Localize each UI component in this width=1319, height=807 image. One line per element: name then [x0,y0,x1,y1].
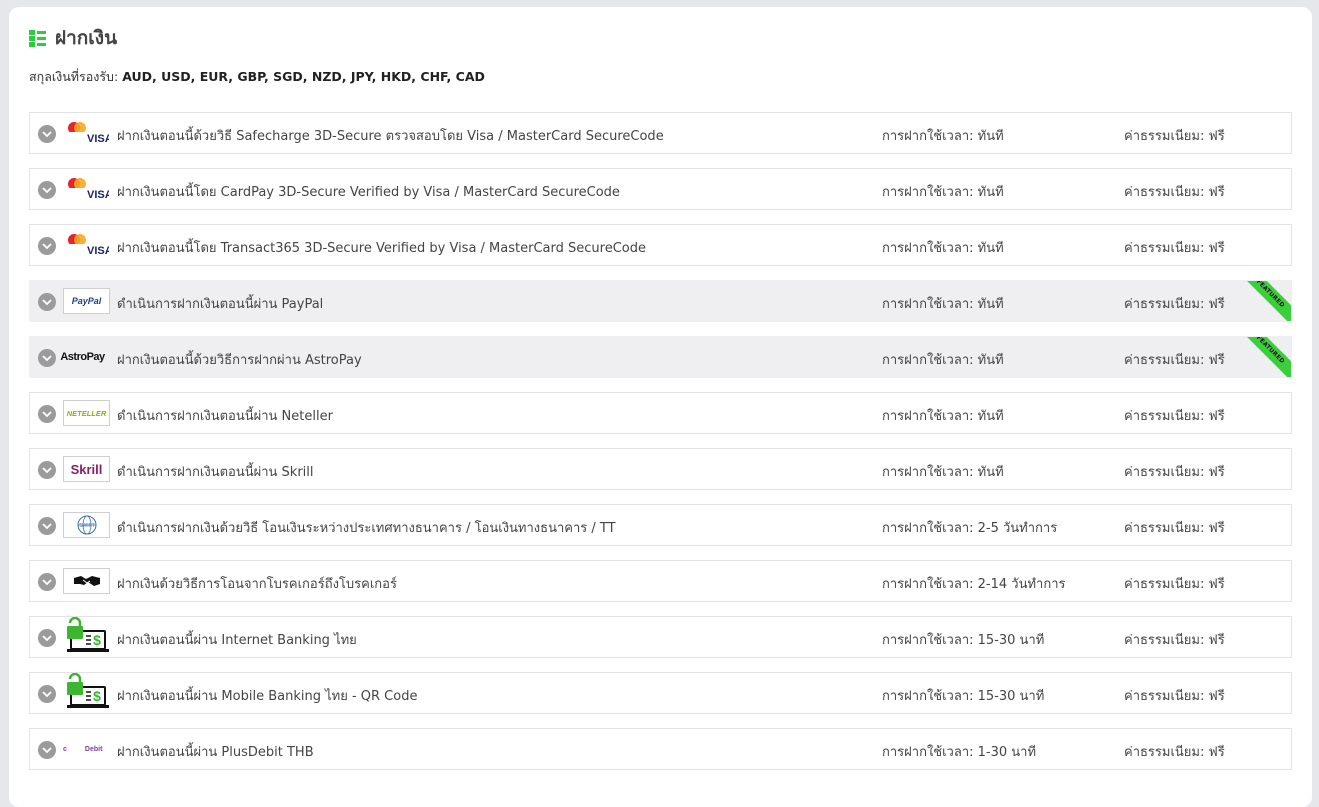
visa-logo-text: VISA [87,245,109,257]
deposit-method-row[interactable]: $ ฝากเงินตอนนี้ผ่าน Mobile Banking ไทย - … [29,672,1292,714]
neteller-logo: NETELLER [63,400,110,426]
method-description: ฝากเงินตอนนี้โดย CardPay 3D-Secure Verif… [117,185,620,200]
deposit-methods-list: VISA ฝากเงินตอนนี้ด้วยวิธี Safecharge 3D-… [29,112,1292,784]
expand-chevron-icon[interactable] [38,573,56,591]
astropay-logo: AstroPay [60,344,110,370]
deposit-method-row[interactable]: $ ฝากเงินตอนนี้ผ่าน Internet Banking ไทย ก… [29,616,1292,658]
deposit-fee: ค่าธรรมเนียม: ฟรี [1124,689,1225,704]
paypal-logo-text: PayPal [71,296,102,306]
method-description: ฝากเงินตอนนี้ผ่าน Internet Banking ไทย [117,633,357,648]
deposit-time: การฝากใช้เวลา: ทันที [882,185,1004,200]
neteller-logo-text: NETELLER [66,408,107,418]
plusdebit-logo-text: Debit [84,745,103,753]
deposit-fee: ค่าธรรมเนียม: ฟรี [1124,241,1225,256]
visa-mastercard-logo: VISA [63,120,110,146]
featured-ribbon: FEATURED [1234,281,1291,321]
visa-logo-text: VISA [87,133,109,145]
deposit-fee: ค่าธรรมเนียม: ฟรี [1124,297,1225,312]
visa-logo-text: VISA [87,189,109,201]
deposit-time: การฝากใช้เวลา: 1-30 นาที [882,745,1037,760]
expand-chevron-icon[interactable] [38,405,56,423]
deposit-fee: ค่าธรรมเนียม: ฟรี [1124,745,1225,760]
expand-chevron-icon[interactable] [38,629,56,647]
expand-chevron-icon[interactable] [38,517,56,535]
deposit-fee: ค่าธรรมเนียม: ฟรี [1124,577,1225,592]
expand-chevron-icon[interactable] [38,181,56,199]
deposit-time: การฝากใช้เวลา: ทันที [882,353,1004,368]
method-description: ดำเนินการฝากเงินด้วยวิธี โอนเงินระหว่างป… [117,521,616,536]
svg-text:$: $ [93,632,101,648]
expand-chevron-icon[interactable] [38,685,56,703]
method-description: ฝากเงินตอนนี้ด้วยวิธีการฝากผ่าน AstroPay [117,353,362,368]
deposit-fee: ค่าธรรมเนียม: ฟรี [1124,129,1225,144]
deposit-fee: ค่าธรรมเนียม: ฟรี [1124,409,1225,424]
deposit-method-row[interactable]: Skrill ดำเนินการฝากเงินตอนนี้ผ่าน Skrill ก… [29,448,1292,490]
deposit-method-row[interactable]: AstroPay ฝากเงินตอนนี้ด้วยวิธีการฝากผ่าน … [29,336,1292,378]
deposit-time: การฝากใช้เวลา: ทันที [882,129,1004,144]
method-description: ดำเนินการฝากเงินตอนนี้ผ่าน PayPal [117,297,324,312]
page-title: ฝากเงิน [55,27,118,49]
expand-chevron-icon[interactable] [38,125,56,143]
deposit-time: การฝากใช้เวลา: ทันที [882,297,1004,312]
svg-text:$: $ [93,688,101,704]
paypal-logo: PayPal [63,288,110,314]
panel-header: ฝากเงิน [29,23,117,53]
featured-ribbon: FEATURED [1234,337,1291,377]
method-description: ฝากเงินตอนนี้ผ่าน PlusDebit THB [117,745,314,760]
deposit-time: การฝากใช้เวลา: 15-30 นาที [882,689,1045,704]
expand-chevron-icon[interactable] [38,461,56,479]
currencies-value: AUD, USD, EUR, GBP, SGD, NZD, JPY, HKD, … [122,69,485,84]
method-description: ฝากเงินตอนนี้ผ่าน Mobile Banking ไทย - Q… [117,689,418,704]
plusdebit-logo: c Debit [63,745,103,753]
deposit-fee: ค่าธรรมเนียม: ฟรี [1124,185,1225,200]
supported-currencies: สกุลเงินที่รองรับ: AUD, USD, EUR, GBP, S… [29,67,485,87]
method-description: ฝากเงินตอนนี้โดย Transact365 3D-Secure V… [117,241,646,256]
deposit-fee: ค่าธรรมเนียม: ฟรี [1124,521,1225,536]
handshake-logo [63,568,110,594]
deposit-method-row[interactable]: NETELLER ดำเนินการฝากเงินตอนนี้ผ่าน Netel… [29,392,1292,434]
deposit-panel: ฝากเงิน สกุลเงินที่รองรับ: AUD, USD, EUR… [9,7,1312,807]
expand-chevron-icon[interactable] [38,237,56,255]
deposit-fee: ค่าธรรมเนียม: ฟรี [1124,353,1225,368]
deposit-method-row[interactable]: SWIFT ดำเนินการฝากเงินด้วยวิธี โอนเงินระห… [29,504,1292,546]
deposit-time: การฝากใช้เวลา: 2-5 วันทำการ [882,521,1058,536]
visa-mastercard-logo: VISA [63,176,110,202]
method-description: ฝากเงินตอนนี้ด้วยวิธี Safecharge 3D-Secu… [117,129,664,144]
skrill-logo-text: Skrill [70,461,103,477]
deposit-method-row[interactable]: c Debit ฝากเงินตอนนี้ผ่าน PlusDebit THB การ… [29,728,1292,770]
deposit-time: การฝากใช้เวลา: ทันที [882,465,1004,480]
secure-banking-logo: $ [63,673,110,708]
deposit-time: การฝากใช้เวลา: ทันที [882,241,1004,256]
skrill-logo: Skrill [63,456,110,482]
expand-chevron-icon[interactable] [38,349,56,367]
currencies-label: สกุลเงินที่รองรับ: [29,69,119,84]
method-description: ดำเนินการฝากเงินตอนนี้ผ่าน Neteller [117,409,333,424]
deposit-method-row[interactable]: PayPal ดำเนินการฝากเงินตอนนี้ผ่าน PayPal ก… [29,280,1292,322]
astropay-logo-text: AstroPay [60,351,105,363]
swift-logo-text: SWIFT [79,523,95,529]
deposit-time: การฝากใช้เวลา: 15-30 นาที [882,633,1045,648]
deposit-time: การฝากใช้เวลา: 2-14 วันทำการ [882,577,1066,592]
secure-banking-logo: $ [63,617,110,652]
deposit-method-row[interactable]: VISA ฝากเงินตอนนี้โดย CardPay 3D-Secure V… [29,168,1292,210]
deposit-fee: ค่าธรรมเนียม: ฟรี [1124,465,1225,480]
deposit-time: การฝากใช้เวลา: ทันที [882,409,1004,424]
expand-chevron-icon[interactable] [38,741,56,759]
method-description: ดำเนินการฝากเงินตอนนี้ผ่าน Skrill [117,465,314,480]
swift-logo: SWIFT [63,512,110,538]
deposit-method-row[interactable]: VISA ฝากเงินตอนนี้โดย Transact365 3D-Secu… [29,224,1292,266]
deposit-fee: ค่าธรรมเนียม: ฟรี [1124,633,1225,648]
deposit-method-row[interactable]: ฝากเงินด้วยวิธีการโอนจากโบรคเกอร์ถึงโบรค… [29,560,1292,602]
list-icon [29,29,46,47]
method-description: ฝากเงินด้วยวิธีการโอนจากโบรคเกอร์ถึงโบรค… [117,577,397,592]
visa-mastercard-logo: VISA [63,232,110,258]
deposit-method-row[interactable]: VISA ฝากเงินตอนนี้ด้วยวิธี Safecharge 3D-… [29,112,1292,154]
expand-chevron-icon[interactable] [38,293,56,311]
